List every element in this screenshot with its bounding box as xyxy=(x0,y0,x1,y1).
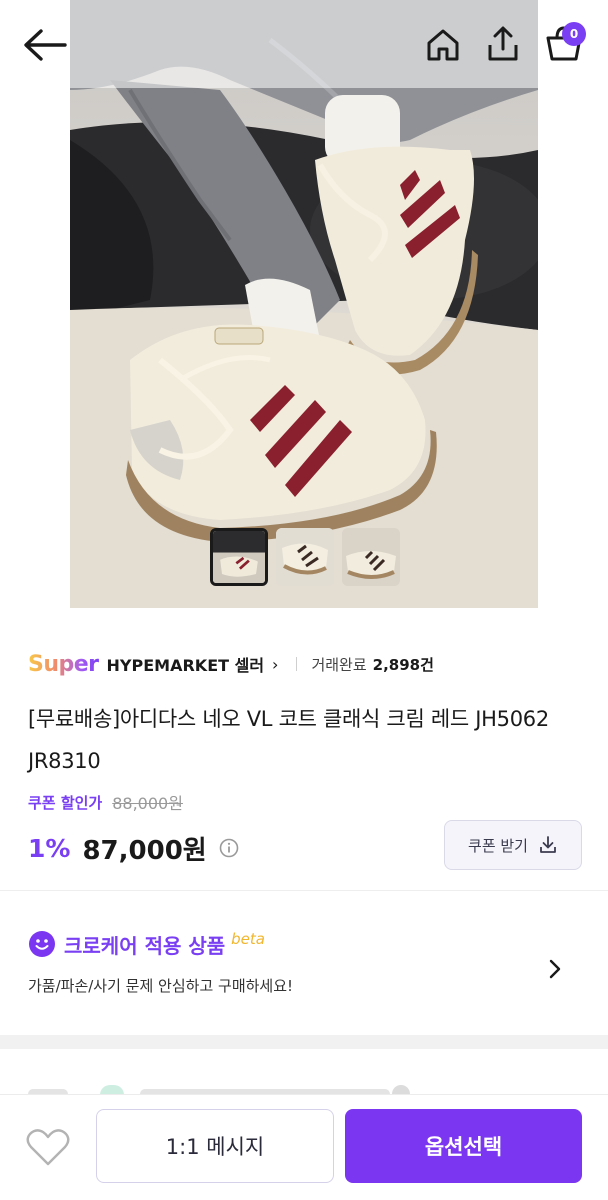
chevron-right-icon xyxy=(549,959,561,979)
crocare-title: 크로케어 적용 상품 xyxy=(64,933,226,958)
trade-complete-count: 2,898건 xyxy=(372,655,434,674)
super-seller-badge: Super xyxy=(28,651,99,677)
discount-rate: 1% xyxy=(28,833,71,863)
share-button[interactable] xyxy=(480,20,526,68)
thumbnail-2[interactable] xyxy=(276,528,334,586)
message-button[interactable]: 1:1 메시지 xyxy=(96,1109,334,1183)
coupon-download-button[interactable]: 쿠폰 받기 xyxy=(444,820,582,870)
bottom-action-bar: 1:1 메시지 옵션선택 xyxy=(0,1094,608,1200)
crocare-title-row: 크로케어 적용 상품 beta xyxy=(28,929,265,959)
seller-row[interactable]: Super HYPEMARKET 셀러 › 거래완료 2,898건 xyxy=(28,646,434,682)
crocare-banner[interactable]: 크로케어 적용 상품 beta 가품/파손/사기 문제 안심하고 구매하세요! xyxy=(0,891,608,1035)
trade-complete-label: 거래완료 xyxy=(311,655,367,674)
home-button[interactable] xyxy=(420,22,466,68)
coupon-download-label: 쿠폰 받기 xyxy=(468,836,528,855)
smile-icon xyxy=(29,931,55,957)
select-option-button[interactable]: 옵션선택 xyxy=(345,1109,582,1183)
info-icon[interactable] xyxy=(219,838,239,858)
thumbnail-1[interactable] xyxy=(210,528,268,586)
thumbnail-strip xyxy=(210,528,400,588)
original-price: 88,000원 xyxy=(112,794,183,813)
sale-price: 87,000원 xyxy=(82,835,207,866)
cart-count-badge: 0 xyxy=(562,22,586,46)
back-button[interactable] xyxy=(18,20,72,70)
select-option-label: 옵션선택 xyxy=(424,1135,503,1159)
seller-name[interactable]: HYPEMARKET 셀러 xyxy=(107,652,265,676)
message-button-label: 1:1 메시지 xyxy=(165,1135,265,1159)
chevron-right-icon: › xyxy=(272,654,279,674)
crocare-description: 가품/파손/사기 문제 안심하고 구매하세요! xyxy=(28,977,294,995)
section-spacer xyxy=(0,1035,608,1049)
divider xyxy=(296,657,298,671)
heart-icon xyxy=(26,1129,70,1166)
top-navigation-bar: 0 xyxy=(0,0,608,92)
price-row: 1% 87,000원 xyxy=(28,826,239,870)
arrow-left-icon xyxy=(24,29,67,61)
like-button[interactable] xyxy=(22,1123,74,1171)
download-icon xyxy=(540,836,556,853)
home-icon xyxy=(427,29,459,61)
beta-badge: beta xyxy=(231,930,265,948)
thumbnail-3[interactable] xyxy=(342,528,400,586)
coupon-price-label: 쿠폰 할인가 xyxy=(28,793,103,812)
coupon-price-label-row: 쿠폰 할인가 88,000원 xyxy=(28,788,183,816)
cart-button[interactable]: 0 xyxy=(536,18,592,68)
product-title: [무료배송]아디다스 네오 VL 코트 클래식 크림 레드 JH5062 JR8… xyxy=(28,707,549,773)
share-icon xyxy=(488,26,518,61)
